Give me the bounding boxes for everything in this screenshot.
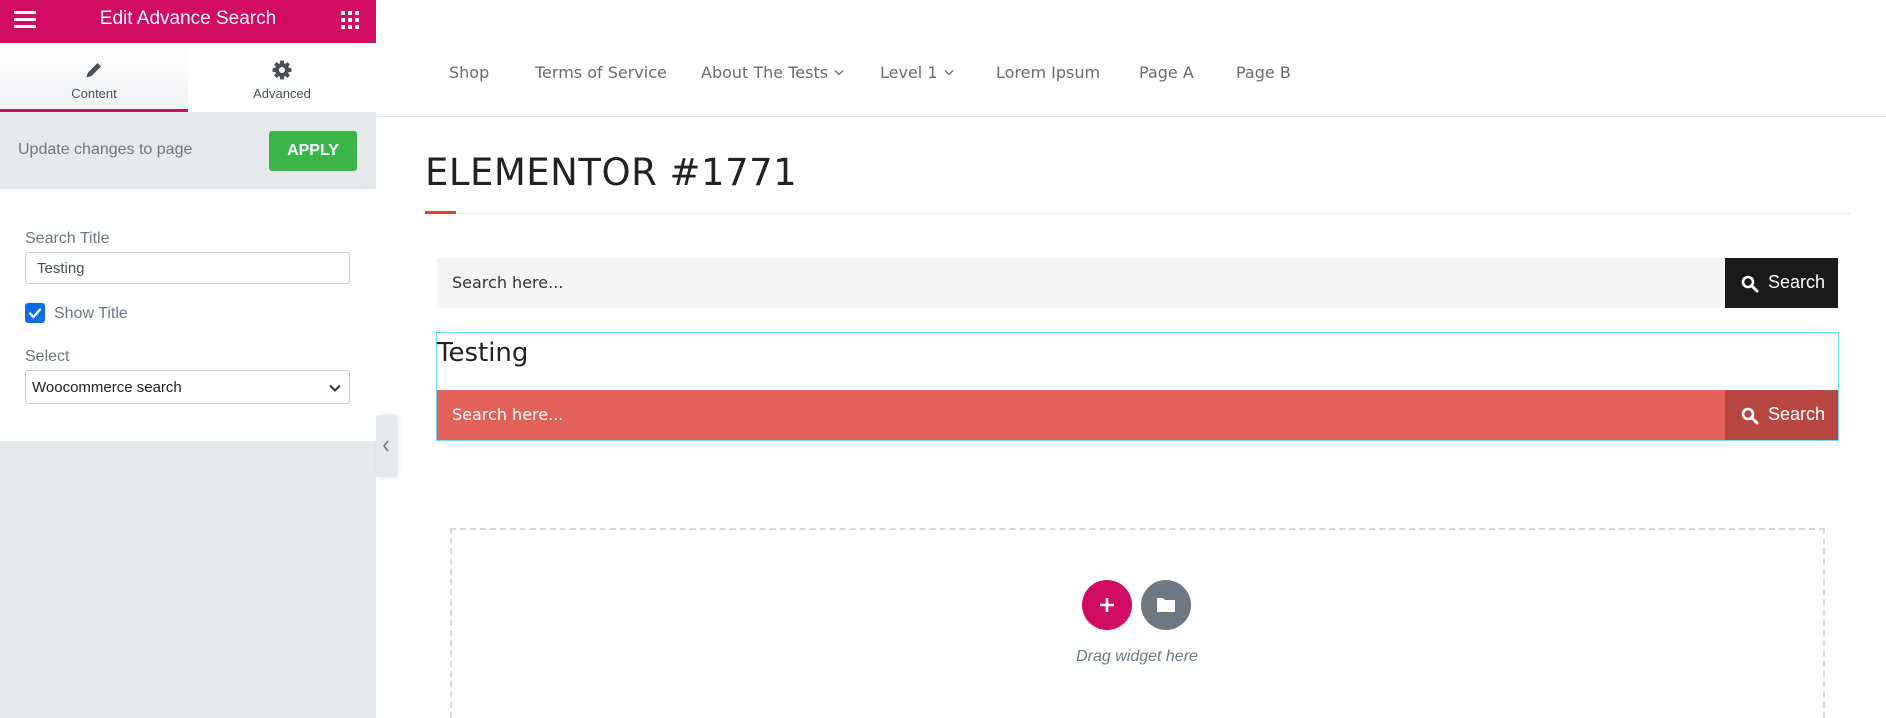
- search-input-2[interactable]: Search here...: [437, 390, 1725, 440]
- search-button-1[interactable]: Search: [1725, 258, 1838, 308]
- folder-icon: [1157, 598, 1175, 612]
- nav-item-page-b[interactable]: Page B: [1236, 63, 1291, 82]
- apply-bar: Update changes to page APPLY: [0, 112, 376, 189]
- chevron-down-icon: [944, 70, 953, 76]
- controls-section: Search Title Show Title Select Woocommer…: [0, 189, 376, 441]
- tab-content[interactable]: Content: [0, 43, 188, 112]
- nav-item-lorem-ipsum[interactable]: Lorem Ipsum: [996, 63, 1100, 82]
- search-icon: [1741, 275, 1759, 293]
- widget-title: Testing: [437, 338, 529, 368]
- panel-tabs: Content Advanced: [0, 43, 376, 112]
- widgets-grid-icon[interactable]: [341, 11, 359, 29]
- apply-button[interactable]: APPLY: [269, 131, 357, 171]
- show-title-label: Show Title: [54, 305, 128, 322]
- tab-advanced-label: Advanced: [253, 86, 311, 101]
- search-icon: [1741, 407, 1759, 425]
- template-library-button[interactable]: [1141, 580, 1191, 630]
- pencil-icon: [86, 63, 101, 78]
- tab-content-label: Content: [71, 86, 117, 101]
- widget-dropzone[interactable]: [450, 528, 1825, 718]
- gear-icon: [272, 60, 292, 80]
- title-divider: [425, 213, 1850, 214]
- drag-widget-hint: Drag widget here: [1076, 648, 1198, 665]
- search-input-1[interactable]: Search here...: [437, 258, 1725, 308]
- apply-text: Update changes to page: [18, 141, 193, 158]
- search-button-2[interactable]: Search: [1725, 390, 1838, 440]
- nav-item-about-the-tests[interactable]: About The Tests: [701, 63, 844, 82]
- search-title-input[interactable]: [25, 252, 350, 284]
- show-title-checkbox[interactable]: [25, 303, 45, 323]
- nav-item-page-a[interactable]: Page A: [1139, 63, 1194, 82]
- tab-advanced[interactable]: Advanced: [188, 43, 376, 112]
- nav-item-terms-of-service[interactable]: Terms of Service: [535, 63, 667, 82]
- nav-item-level-1[interactable]: Level 1: [880, 63, 954, 82]
- checkmark-icon: [28, 308, 42, 319]
- chevron-left-icon: [382, 440, 389, 452]
- select-value: Woocommerce search: [32, 379, 182, 396]
- search-button-label: Search: [1768, 272, 1826, 292]
- site-navigation: Shop Terms of Service About The Tests Le…: [376, 0, 1886, 117]
- page-title: ELEMENTOR #1771: [425, 151, 798, 194]
- editor-panel: Edit Advance Search Content Advanced Upd…: [0, 0, 376, 718]
- plus-icon: [1100, 598, 1114, 612]
- search-button-label: Search: [1768, 404, 1826, 424]
- panel-title: Edit Advance Search: [99, 8, 277, 29]
- title-accent-line: [425, 211, 456, 214]
- select-label: Select: [25, 348, 70, 365]
- chevron-down-icon: [329, 384, 341, 392]
- panel-collapse-handle[interactable]: [376, 415, 396, 477]
- nav-item-shop[interactable]: Shop: [449, 63, 489, 82]
- panel-header: Edit Advance Search: [0, 0, 376, 43]
- add-section-button[interactable]: [1082, 580, 1132, 630]
- search-title-label: Search Title: [25, 230, 110, 247]
- chevron-down-icon: [834, 70, 844, 76]
- search-type-select[interactable]: Woocommerce search: [25, 370, 350, 404]
